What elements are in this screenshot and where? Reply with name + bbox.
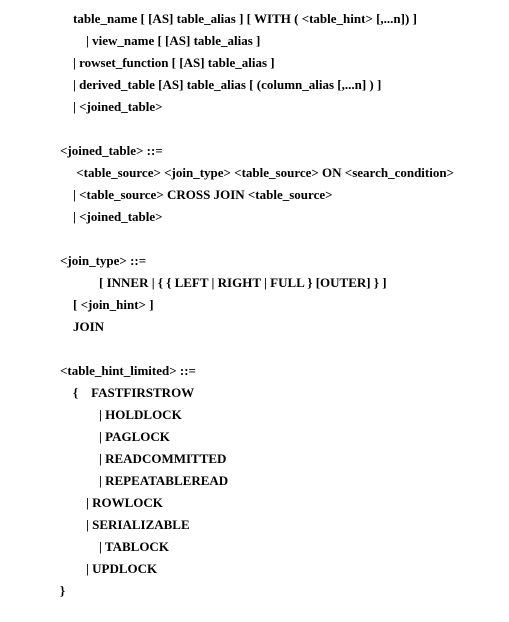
syntax-line: <table_hint_limited> ::= — [60, 360, 509, 382]
syntax-line: | READCOMMITTED — [60, 448, 509, 470]
syntax-line: table_name [ [AS] table_alias ] [ WITH (… — [60, 8, 509, 30]
syntax-line: | UPDLOCK — [60, 558, 509, 580]
syntax-line: | TABLOCK — [60, 536, 509, 558]
syntax-line: | derived_table [AS] table_alias [ (colu… — [60, 74, 509, 96]
syntax-line: | HOLDLOCK — [60, 404, 509, 426]
syntax-line: [ INNER | { { LEFT | RIGHT | FULL } [OUT… — [60, 272, 509, 294]
syntax-line: | view_name [ [AS] table_alias ] — [60, 30, 509, 52]
syntax-line: | REPEATABLEREAD — [60, 470, 509, 492]
syntax-line: | <joined_table> — [60, 96, 509, 118]
syntax-line: } — [60, 580, 509, 602]
syntax-line: <table_source> <join_type> <table_source… — [60, 162, 509, 184]
syntax-line: { FASTFIRSTROW — [60, 382, 509, 404]
syntax-line: JOIN — [60, 316, 509, 338]
syntax-line: <joined_table> ::= — [60, 140, 509, 162]
blank-line — [60, 338, 509, 360]
syntax-line: | PAGLOCK — [60, 426, 509, 448]
blank-line — [60, 228, 509, 250]
syntax-line: | <joined_table> — [60, 206, 509, 228]
syntax-line: | <table_source> CROSS JOIN <table_sourc… — [60, 184, 509, 206]
blank-line — [60, 118, 509, 140]
syntax-line: | ROWLOCK — [60, 492, 509, 514]
syntax-line: | rowset_function [ [AS] table_alias ] — [60, 52, 509, 74]
syntax-line: <join_type> ::= — [60, 250, 509, 272]
syntax-line: | SERIALIZABLE — [60, 514, 509, 536]
syntax-line: [ <join_hint> ] — [60, 294, 509, 316]
